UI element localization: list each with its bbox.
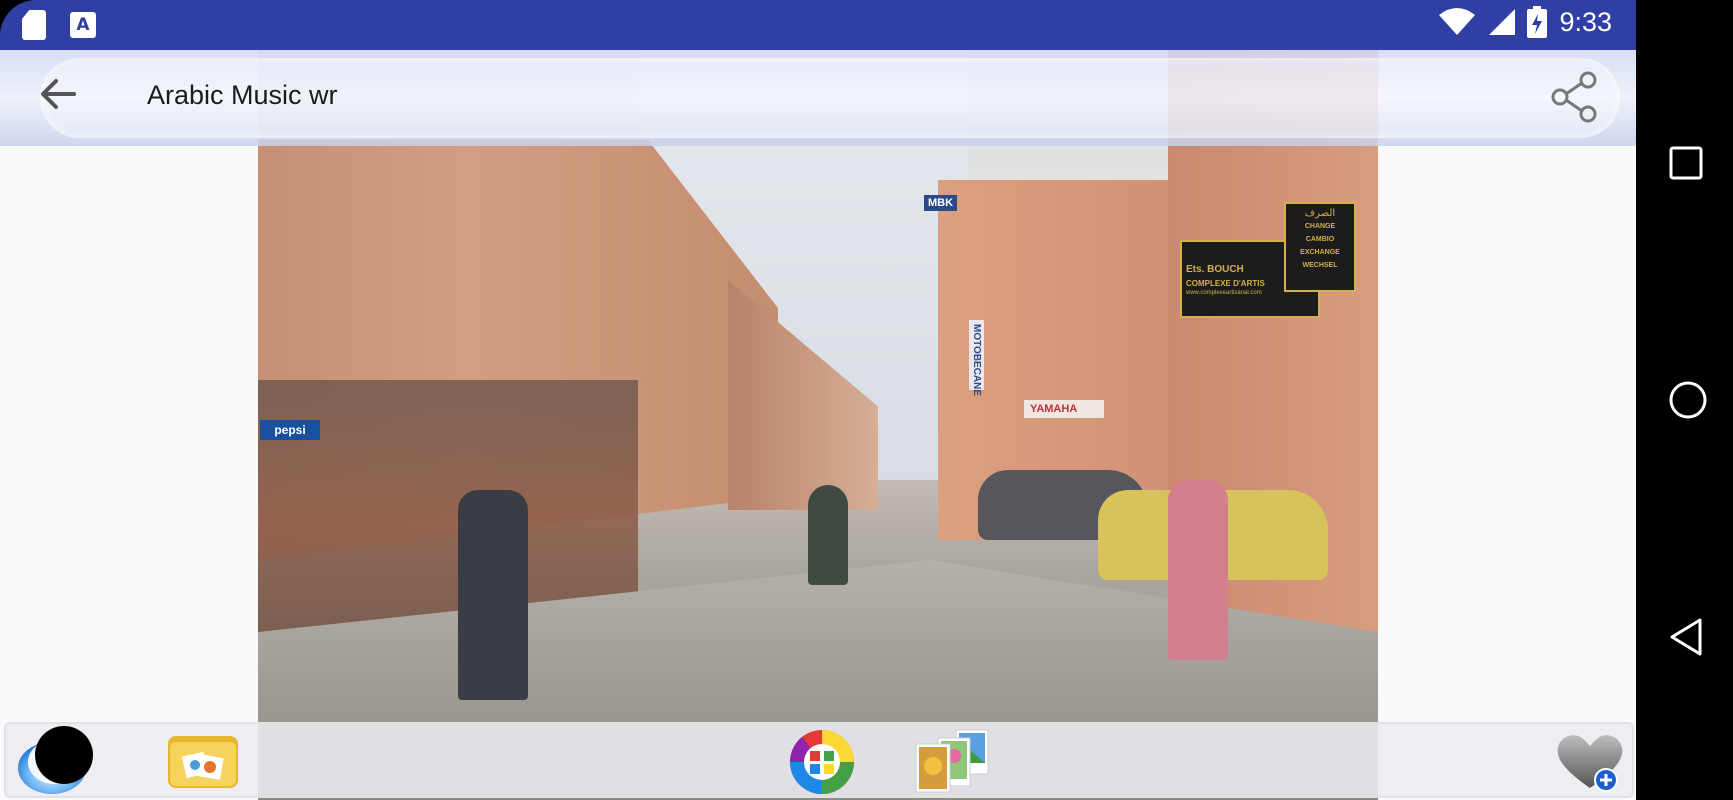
sign-pepsi: pepsi xyxy=(260,420,320,440)
sign-motobecane: MOTOBECANE xyxy=(969,320,984,396)
blue-ring-button[interactable] xyxy=(16,726,93,796)
nav-bar xyxy=(1636,0,1733,800)
share-button[interactable] xyxy=(1548,70,1602,124)
sign-yamaha: YAMAHA xyxy=(1024,400,1104,418)
sign-mbk: MBK xyxy=(924,195,958,211)
back-nav-button[interactable] xyxy=(1668,617,1704,662)
home-circle-icon xyxy=(1669,381,1707,419)
color-wheel-button[interactable] xyxy=(782,728,862,796)
page-title: Arabic Music wr xyxy=(147,80,338,110)
battery-charging-icon xyxy=(1527,6,1548,38)
color-wheel-icon xyxy=(790,730,854,794)
back-button[interactable] xyxy=(34,70,82,118)
arrow-left-icon xyxy=(41,79,76,109)
wifi-icon xyxy=(1439,8,1476,35)
recents-square-icon xyxy=(1669,146,1703,180)
heart-add-icon xyxy=(1557,735,1623,792)
sign-exchange-line-3: WECHSEL xyxy=(1302,262,1338,269)
black-circle-icon xyxy=(35,726,93,784)
sign-exchange: الصرف CHANGE CAMBIO EXCHANGE WECHSEL xyxy=(1284,202,1356,292)
app-screen: MBK MOTOBECANE YAMAHA Ets. BOUCH COMPLEX… xyxy=(0,50,1636,800)
status-right-icons: 9:33 xyxy=(1439,6,1612,38)
folder-button[interactable] xyxy=(166,732,240,790)
sign-exchange-arabic: الصرف xyxy=(1304,208,1336,219)
photo-person-small xyxy=(808,485,848,585)
status-bar: A 9:33 xyxy=(0,0,1636,50)
signal-icon xyxy=(1489,9,1516,35)
photo-stack-icon xyxy=(915,729,989,793)
folder-photos-icon xyxy=(168,736,238,788)
photo-gallery-button[interactable] xyxy=(912,728,996,794)
bottom-dock xyxy=(4,722,1634,798)
recents-button[interactable] xyxy=(1668,145,1704,186)
sign-exchange-line-1: CAMBIO xyxy=(1305,236,1335,243)
favorite-button[interactable] xyxy=(1554,730,1626,794)
share-icon xyxy=(1551,71,1597,123)
top-toolbar: Arabic Music wr xyxy=(0,50,1636,146)
home-button[interactable] xyxy=(1668,380,1708,425)
photo-person-dark-suit xyxy=(458,490,528,700)
status-clock: 9:33 xyxy=(1559,6,1612,37)
photo-person-pink-shirt xyxy=(1168,480,1228,660)
sign-exchange-line-2: EXCHANGE xyxy=(1300,249,1340,256)
wallpaper-photo[interactable]: MBK MOTOBECANE YAMAHA Ets. BOUCH COMPLEX… xyxy=(258,50,1378,800)
sign-exchange-line-0: CHANGE xyxy=(1304,223,1336,230)
back-triangle-icon xyxy=(1670,618,1702,656)
sd-card-icon xyxy=(22,10,46,40)
a-app-icon: A xyxy=(70,12,96,38)
status-left-icons: A xyxy=(22,10,96,40)
